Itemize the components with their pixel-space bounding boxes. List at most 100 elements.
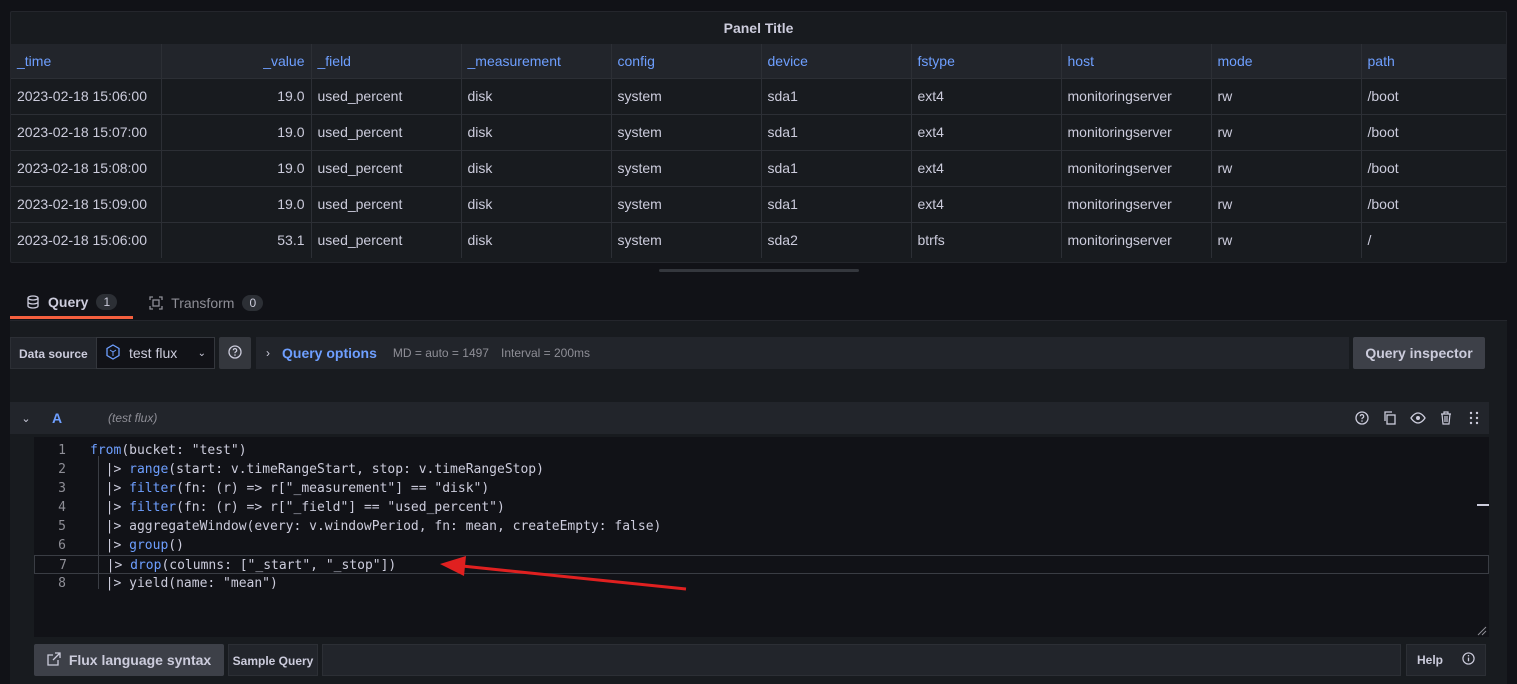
column-header-fstype[interactable]: fstype — [911, 44, 1062, 78]
column-header-field[interactable]: _field — [311, 44, 462, 78]
cell-mode: rw — [1211, 149, 1362, 186]
chevron-down-icon: ⌄ — [197, 347, 206, 359]
table-row: 2023-02-18 15:08:00 19.0 used_percent disk s… — [11, 149, 1506, 186]
code-line[interactable]: 3 |> filter(fn: (r) => r["_measurement"]… — [34, 479, 1489, 498]
line-number: 3 — [58, 481, 66, 496]
query-options-interval: Interval = 200ms — [500, 346, 591, 360]
cell-time: 2023-02-18 15:09:00 — [11, 185, 162, 222]
code-line[interactable]: 4 |> filter(fn: (r) => r["_field"] == "u… — [34, 498, 1489, 517]
drag-handle-icon[interactable] — [1465, 409, 1483, 427]
column-header-device[interactable]: device — [761, 44, 912, 78]
query-row-header: ⌄ A (test flux) — [10, 402, 1489, 434]
eye-icon[interactable] — [1409, 409, 1427, 427]
column-header-config[interactable]: config — [611, 44, 762, 78]
help-button[interactable]: Help — [1406, 644, 1486, 676]
cell-host: monitoringserver — [1061, 221, 1212, 258]
help-label: Help — [1417, 653, 1444, 667]
cell-device: sda1 — [761, 185, 912, 222]
editor-resize-icon[interactable] — [1477, 625, 1487, 636]
cell-measurement: disk — [461, 113, 612, 150]
panel: Panel Title _time _value _field _measure… — [10, 11, 1507, 263]
cell-value: 19.0 — [161, 113, 312, 150]
cell-value: 19.0 — [161, 149, 312, 186]
cell-fstype: ext4 — [911, 185, 1062, 222]
table-row: 2023-02-18 15:07:00 19.0 used_percent disk s… — [11, 113, 1506, 150]
tab-query-label: Query — [48, 293, 89, 310]
cell-fstype: ext4 — [911, 77, 1062, 114]
column-header-value[interactable]: _value — [161, 44, 312, 78]
duplicate-icon[interactable] — [1381, 409, 1399, 427]
flux-code-editor[interactable]: 1 from(bucket: "test") 2 |> range(start: v… — [34, 437, 1489, 637]
column-header-host[interactable]: host — [1061, 44, 1212, 78]
external-link-icon — [47, 651, 61, 669]
cell-host: monitoringserver — [1061, 77, 1212, 114]
datasource-picker[interactable]: test flux ⌄ — [96, 337, 215, 369]
code-line[interactable]: 6 |> group() — [34, 536, 1489, 555]
trash-icon[interactable] — [1437, 409, 1455, 427]
query-inspector-button[interactable]: Query inspector — [1353, 337, 1485, 369]
code-text: |> filter(fn: (r) => r["_measurement"] =… — [90, 481, 490, 496]
cell-measurement: disk — [461, 149, 612, 186]
query-ref-id[interactable]: A — [52, 410, 102, 426]
cell-measurement: disk — [461, 221, 612, 258]
line-number: 2 — [58, 462, 66, 477]
line-number: 5 — [58, 519, 66, 534]
cell-host: monitoringserver — [1061, 185, 1212, 222]
table-row: 2023-02-18 15:06:00 19.0 used_percent disk s… — [11, 77, 1506, 114]
code-text: |> group() — [90, 538, 184, 553]
tab-query[interactable]: Query 1 — [10, 287, 134, 319]
code-text: |> range(start: v.timeRangeStart, stop: … — [90, 462, 544, 477]
query-options[interactable]: › Query options MD = auto = 1497 Interva… — [256, 337, 1349, 369]
column-header-mode[interactable]: mode — [1211, 44, 1362, 78]
datasource-help-button[interactable] — [219, 337, 251, 369]
sample-query-label: Sample Query — [228, 644, 318, 676]
code-text: |> drop(columns: ["_start", "_stop"]) — [91, 558, 397, 573]
flux-syntax-button[interactable]: Flux language syntax — [34, 644, 224, 676]
query-actions — [1353, 402, 1483, 434]
help-icon[interactable] — [1353, 409, 1371, 427]
cell-fstype: btrfs — [911, 221, 1062, 258]
cell-time: 2023-02-18 15:06:00 — [11, 77, 162, 114]
cell-mode: rw — [1211, 221, 1362, 258]
code-text: |> aggregateWindow(every: v.windowPeriod… — [90, 519, 662, 534]
column-header-time[interactable]: _time — [11, 44, 162, 78]
datasource-label: Data source — [10, 337, 97, 369]
panel-resize-handle[interactable] — [659, 269, 859, 272]
cell-mode: rw — [1211, 113, 1362, 150]
sample-query-select[interactable] — [322, 644, 1401, 676]
cell-path: / — [1361, 221, 1506, 258]
panel-title[interactable]: Panel Title — [11, 12, 1506, 44]
cell-device: sda1 — [761, 149, 912, 186]
cell-config: system — [611, 221, 762, 258]
database-icon — [26, 294, 40, 309]
cell-path: /boot — [1361, 185, 1506, 222]
cell-time: 2023-02-18 15:07:00 — [11, 113, 162, 150]
cell-device: sda2 — [761, 221, 912, 258]
code-line[interactable]: 1 from(bucket: "test") — [34, 441, 1489, 460]
tab-transform[interactable]: Transform 0 — [133, 287, 279, 319]
cell-fstype: ext4 — [911, 149, 1062, 186]
editor-footer: Flux language syntax Sample Query Help — [34, 644, 1489, 676]
code-line[interactable]: 2 |> range(start: v.timeRangeStart, stop… — [34, 460, 1489, 479]
line-number: 6 — [58, 538, 66, 553]
editor-tabs: Query 1 Transform 0 — [10, 287, 279, 321]
cell-host: monitoringserver — [1061, 113, 1212, 150]
cell-measurement: disk — [461, 185, 612, 222]
cell-device: sda1 — [761, 113, 912, 150]
cell-measurement: disk — [461, 77, 612, 114]
transform-icon — [149, 296, 163, 310]
code-line[interactable]: 5 |> aggregateWindow(every: v.windowPeri… — [34, 517, 1489, 536]
cell-field: used_percent — [311, 113, 462, 150]
cell-fstype: ext4 — [911, 113, 1062, 150]
column-header-measurement[interactable]: _measurement — [461, 44, 612, 78]
code-line[interactable]: 7 |> drop(columns: ["_start", "_stop"]) — [34, 555, 1489, 574]
info-icon — [1462, 652, 1475, 668]
cell-field: used_percent — [311, 221, 462, 258]
cell-mode: rw — [1211, 77, 1362, 114]
chevron-right-icon: › — [266, 346, 270, 360]
code-line[interactable]: 8 |> yield(name: "mean") — [34, 574, 1489, 593]
collapse-chevron-icon[interactable]: ⌄ — [10, 412, 42, 425]
cell-host: monitoringserver — [1061, 149, 1212, 186]
cell-config: system — [611, 185, 762, 222]
column-header-path[interactable]: path — [1361, 44, 1506, 78]
